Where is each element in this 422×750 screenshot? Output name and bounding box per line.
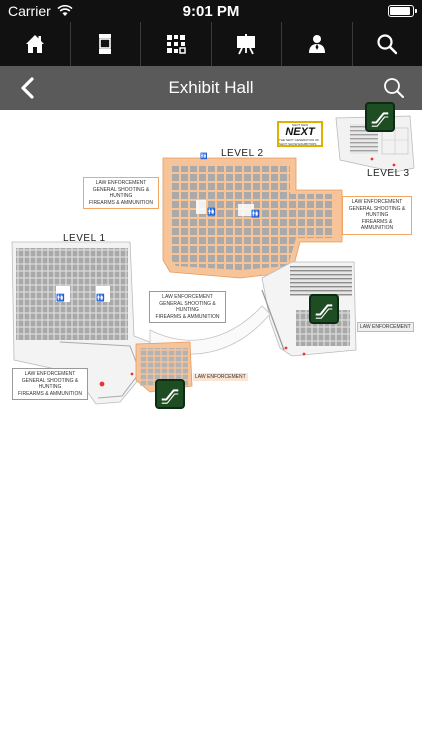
icon-toolbar <box>0 22 422 66</box>
wifi-icon <box>57 5 73 16</box>
callout-line: FIREARMS & AMMUNITION <box>155 313 220 320</box>
home-icon <box>25 35 44 53</box>
toolbar-qr-button[interactable] <box>141 22 212 66</box>
logo-main-text: NEXT <box>285 125 315 138</box>
search-icon <box>377 34 398 55</box>
chevron-left-icon[interactable] <box>16 76 40 100</box>
callout-line: GENERAL SHOOTING & HUNTING <box>21 377 79 391</box>
level-2-hall: 🚻 🚻 🚻 <box>162 152 343 279</box>
escalator-icon <box>315 304 333 319</box>
callout-line: LAW ENFORCEMENT <box>24 371 76 377</box>
law-enforcement-tag-right: LAW ENFORCEMENT <box>357 322 414 332</box>
logo-bottom-text: THE NEXT GENERATION OF SHOT SHOW EXHIBIT… <box>279 137 320 146</box>
escalator-icon <box>371 112 389 127</box>
callout-line: GENERAL SHOOTING & HUNTING <box>348 205 406 219</box>
category-callout-upper-right: LAW ENFORCEMENT GENERAL SHOOTING & HUNTI… <box>342 196 412 235</box>
toolbar-speakers-button[interactable] <box>282 22 353 66</box>
svg-text:🚻: 🚻 <box>96 293 105 302</box>
status-left: Carrier <box>8 3 73 19</box>
category-callout-upper-left: LAW ENFORCEMENT GENERAL SHOOTING & HUNTI… <box>83 177 159 209</box>
escalator-marker-level-3[interactable] <box>365 102 395 132</box>
escalator-marker-level-2[interactable] <box>309 294 339 324</box>
callout-line: FIREARMS & AMMUNITION <box>89 199 153 206</box>
svg-text:🚻: 🚻 <box>251 209 260 218</box>
battery-icon <box>388 5 417 17</box>
level-1-label: LEVEL 1 <box>63 233 106 244</box>
escalator-icon <box>161 389 179 404</box>
callout-line: LAW ENFORCEMENT <box>95 180 147 186</box>
escalator-marker-level-1[interactable] <box>155 379 185 409</box>
callout-line: FIREARMS & AMMUNITION <box>18 390 82 397</box>
callout-line: LAW ENFORCEMENT <box>162 294 213 300</box>
booth-kiosk-icon <box>99 34 112 54</box>
search-icon[interactable] <box>382 76 406 100</box>
carrier-label: Carrier <box>8 3 51 19</box>
callout-line: GENERAL SHOOTING & HUNTING <box>159 300 216 314</box>
presentation-easel-icon <box>237 34 256 55</box>
page-title: Exhibit Hall <box>168 78 254 97</box>
navigation-bar: Exhibit Hall <box>0 66 422 110</box>
svg-text:🚻: 🚻 <box>200 152 208 160</box>
callout-line: LAW ENFORCEMENT <box>351 199 403 205</box>
toolbar-search-button[interactable] <box>353 22 422 66</box>
speaker-person-icon <box>308 35 325 53</box>
law-enforcement-tag-bottom: LAW ENFORCEMENT <box>193 373 248 381</box>
battery-fill <box>390 7 410 15</box>
category-callout-lower-left: LAW ENFORCEMENT GENERAL SHOOTING & HUNTI… <box>12 368 88 400</box>
svg-text:🚻: 🚻 <box>207 207 216 216</box>
status-bar: Carrier 9:01 PM <box>0 0 422 22</box>
toolbar-exhibitors-button[interactable] <box>71 22 141 66</box>
callout-line: FIREARMS & AMMUNITION <box>360 218 394 232</box>
toolbar-sessions-button[interactable] <box>212 22 282 66</box>
qr-code-icon <box>166 35 186 54</box>
exhibit-hall-map[interactable]: 🚻 🚻 🚻 🚻 🚻 LEVEL 2 LEVEL 3 LEVEL 1 LAW EN… <box>0 102 422 750</box>
shot-next-logo: SHOT NEW NEXT THE NEXT GENERATION OF SHO… <box>277 121 323 147</box>
callout-line: GENERAL SHOOTING & HUNTING <box>92 186 150 200</box>
level-2-label: LEVEL 2 <box>221 148 264 159</box>
toolbar-home-button[interactable] <box>0 22 71 66</box>
level-3-label: LEVEL 3 <box>367 168 410 179</box>
svg-text:🚻: 🚻 <box>56 293 65 302</box>
category-callout-middle: LAW ENFORCEMENT GENERAL SHOOTING & HUNTI… <box>149 291 226 323</box>
